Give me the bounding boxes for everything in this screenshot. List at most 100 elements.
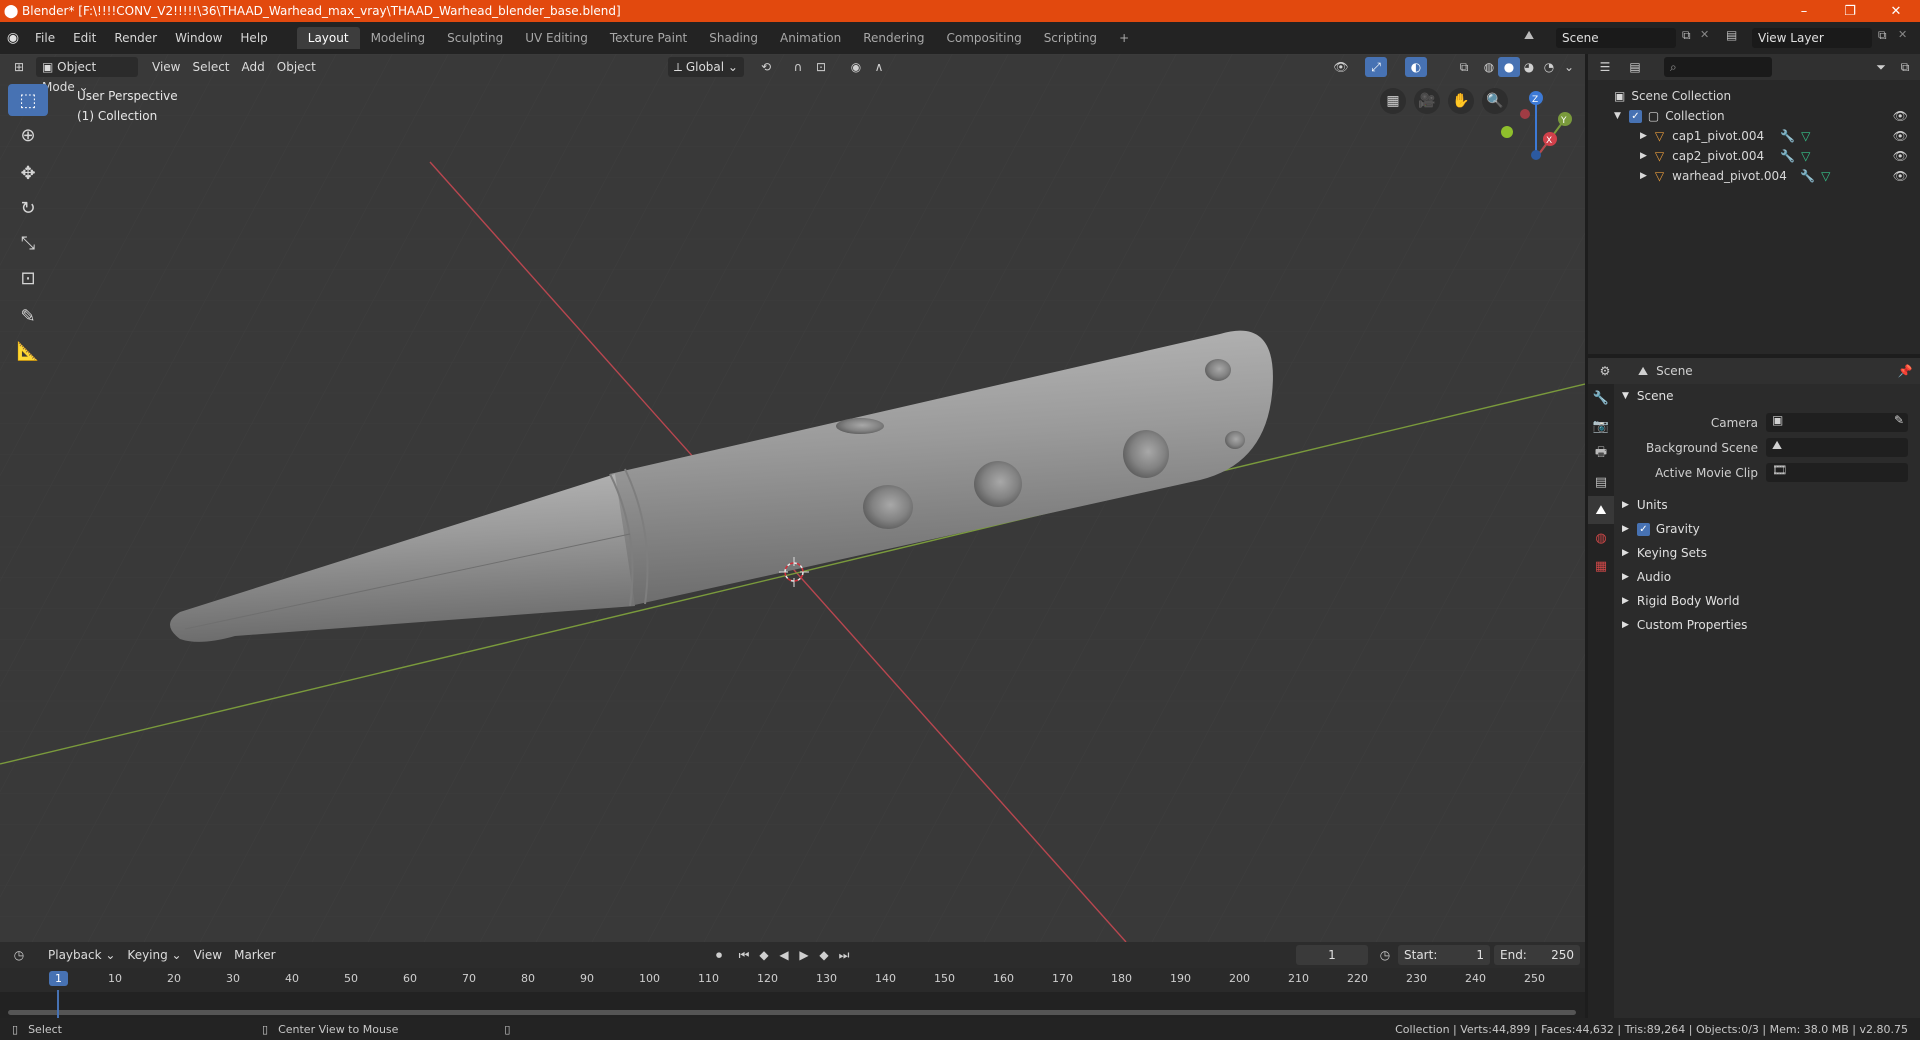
cursor-tool-icon[interactable]: ⊕ [8, 119, 48, 151]
units-panel-header[interactable]: ▶ Units [1614, 493, 1920, 517]
viewport-menu-view[interactable]: View [146, 57, 186, 77]
camera-view-icon[interactable]: 🎥 [1414, 88, 1440, 114]
overlays-icon[interactable]: ◐ [1405, 57, 1427, 77]
restore-button[interactable]: ❐ [1827, 0, 1873, 22]
falloff-icon[interactable]: ∧ [868, 57, 890, 77]
modifier-icon[interactable]: 🔧 [1780, 129, 1795, 143]
pin-icon[interactable]: 📌 [1894, 361, 1916, 381]
zoom-view-icon[interactable]: 🔍 [1482, 88, 1508, 114]
display-mode-icon[interactable]: ▤ [1624, 57, 1646, 77]
prev-keyframe-icon[interactable]: ◆ [753, 945, 775, 965]
texture-tab-icon[interactable]: ▦ [1588, 552, 1614, 580]
new-collection-icon[interactable]: ⧉ [1894, 57, 1916, 77]
timeline-menu-marker[interactable]: Marker [228, 945, 281, 965]
outliner-editor-type-icon[interactable]: ☰ [1594, 57, 1616, 77]
gizmo-neg-y-handle[interactable] [1501, 126, 1513, 138]
timeline-menu-keying[interactable]: Keying ⌄ [121, 945, 187, 965]
transform-tool-icon[interactable]: ⊡ [8, 262, 48, 294]
jump-end-icon[interactable]: ⏭ [833, 945, 855, 965]
playhead-line[interactable] [57, 990, 59, 1018]
render-tab-icon[interactable]: 📷 [1588, 412, 1614, 440]
xray-icon[interactable]: ⧉ [1453, 57, 1475, 77]
menu-help[interactable]: Help [231, 27, 276, 49]
rotate-tool-icon[interactable]: ↻ [8, 192, 48, 224]
snap-target-icon[interactable]: ⊡ [810, 57, 832, 77]
port-hole[interactable] [836, 418, 884, 434]
blender-menu-icon[interactable]: ◉ [0, 30, 26, 46]
timeline-scrollbar[interactable] [8, 1010, 1576, 1015]
measure-tool-icon[interactable]: 📐 [8, 335, 48, 367]
eye-icon[interactable]: 👁 [1893, 129, 1908, 143]
camera-field[interactable]: ▣ ✎ [1766, 413, 1908, 432]
pan-view-icon[interactable]: ✋ [1448, 88, 1474, 114]
mesh-data-icon[interactable]: ▽ [1821, 169, 1830, 183]
port-hole[interactable] [1225, 431, 1245, 449]
minimize-button[interactable]: – [1781, 0, 1827, 22]
remove-scene-icon[interactable]: ✕ [1700, 28, 1709, 41]
shading-options-icon[interactable]: ⌄ [1558, 57, 1580, 77]
start-frame-field[interactable]: Start: 1 [1398, 945, 1490, 965]
expand-triangle-icon[interactable]: ▶ [1640, 151, 1647, 161]
preview-range-icon[interactable]: ◷ [1374, 945, 1396, 965]
gravity-panel-header[interactable]: ▶ ✓ Gravity [1614, 517, 1920, 541]
view-layer-tab-icon[interactable]: ▤ [1588, 468, 1614, 496]
frame-ruler[interactable]: 1 10 20 30 40 50 60 70 80 90 100 110 120 130 140 150 160… [0, 968, 1585, 992]
timeline-editor[interactable]: ◷ Playback ⌄ Keying ⌄ View Marker ⏺ ⏮ ◆ … [0, 942, 1585, 1018]
tree-object-warhead[interactable]: ▶ ▽ warhead_pivot.004 🔧 ▽ 👁 [1588, 166, 1920, 186]
record-icon[interactable]: ⏺ [708, 945, 730, 965]
expand-triangle-icon[interactable]: ▶ [1640, 171, 1647, 181]
new-scene-icon[interactable]: ⧉ [1682, 28, 1691, 43]
tab-rendering[interactable]: Rendering [852, 27, 935, 49]
disclosure-triangle-icon[interactable]: ▼ [1614, 111, 1621, 121]
viewport-menu-add[interactable]: Add [236, 57, 271, 77]
mesh-data-icon[interactable]: ▽ [1801, 149, 1810, 163]
active-movie-clip-field[interactable]: 🎞 [1766, 463, 1908, 482]
viewport-canvas[interactable]: Z Y X [0, 54, 1585, 942]
eye-icon[interactable]: 👁 [1893, 149, 1908, 163]
tab-compositing[interactable]: Compositing [935, 27, 1032, 49]
3d-viewport[interactable]: Z Y X ⊞ ▣ Object Mode ⌄ View Select Add … [0, 54, 1585, 942]
next-keyframe-icon[interactable]: ◆ [813, 945, 835, 965]
viewport-menu-select[interactable]: Select [186, 57, 235, 77]
mesh-data-icon[interactable]: ▽ [1801, 129, 1810, 143]
solid-shading-icon[interactable]: ● [1498, 57, 1520, 77]
playhead-frame-indicator[interactable]: 1 [49, 971, 68, 986]
menu-render[interactable]: Render [105, 27, 166, 49]
material-shading-icon[interactable]: ◕ [1518, 57, 1540, 77]
viewport-menu-object[interactable]: Object [271, 57, 322, 77]
menu-file[interactable]: File [26, 27, 64, 49]
modifier-icon[interactable]: 🔧 [1800, 169, 1815, 183]
port-hole[interactable] [1205, 359, 1231, 381]
annotate-tool-icon[interactable]: ✎ [8, 300, 48, 332]
object-mode-dropdown[interactable]: ▣ Object Mode ⌄ [36, 57, 138, 94]
outliner-search-input[interactable]: ⌕ [1664, 57, 1772, 77]
transform-orientation-dropdown[interactable]: ⟂ Global ⌄ [668, 57, 744, 77]
menu-window[interactable]: Window [166, 27, 231, 49]
audio-panel-header[interactable]: ▶ Audio [1614, 565, 1920, 589]
scene-tab-icon[interactable]: ⛰ [1588, 496, 1614, 524]
expand-triangle-icon[interactable]: ▶ [1640, 131, 1647, 141]
collection-checkbox[interactable]: ✓ [1628, 109, 1642, 123]
timeline-menu-view[interactable]: View [188, 945, 228, 965]
tool-tab-icon[interactable]: 🔧 [1588, 384, 1614, 412]
editor-type-icon[interactable]: ⊞ [8, 57, 30, 77]
rendered-shading-icon[interactable]: ◔ [1538, 57, 1560, 77]
jump-start-icon[interactable]: ⏮ [733, 945, 755, 965]
properties-editor[interactable]: ⚙ ⛰ Scene 📌 🔧 📷 🖶 ▤ ⛰ ◍ ▦ ▼ Scene Camera… [1588, 358, 1920, 1018]
properties-editor-type-icon[interactable]: ⚙ [1594, 361, 1616, 381]
world-tab-icon[interactable]: ◍ [1588, 524, 1614, 552]
close-button[interactable]: ✕ [1873, 0, 1919, 22]
menu-edit[interactable]: Edit [64, 27, 105, 49]
remove-view-layer-icon[interactable]: ✕ [1898, 28, 1907, 41]
scale-tool-icon[interactable]: ⤡ [8, 227, 48, 259]
tab-shading[interactable]: Shading [698, 27, 769, 49]
new-view-layer-icon[interactable]: ⧉ [1878, 28, 1887, 43]
timeline-editor-type-icon[interactable]: ◷ [8, 945, 30, 965]
port-hole[interactable] [974, 461, 1022, 507]
proportional-edit-icon[interactable]: ◉ [845, 57, 867, 77]
scene-panel-header[interactable]: ▼ Scene [1614, 384, 1920, 408]
tab-scripting[interactable]: Scripting [1033, 27, 1108, 49]
tree-scene-collection[interactable]: ▣ Scene Collection [1588, 86, 1920, 106]
modifier-icon[interactable]: 🔧 [1780, 149, 1795, 163]
select-box-tool-icon[interactable]: ⬚ [8, 84, 48, 116]
